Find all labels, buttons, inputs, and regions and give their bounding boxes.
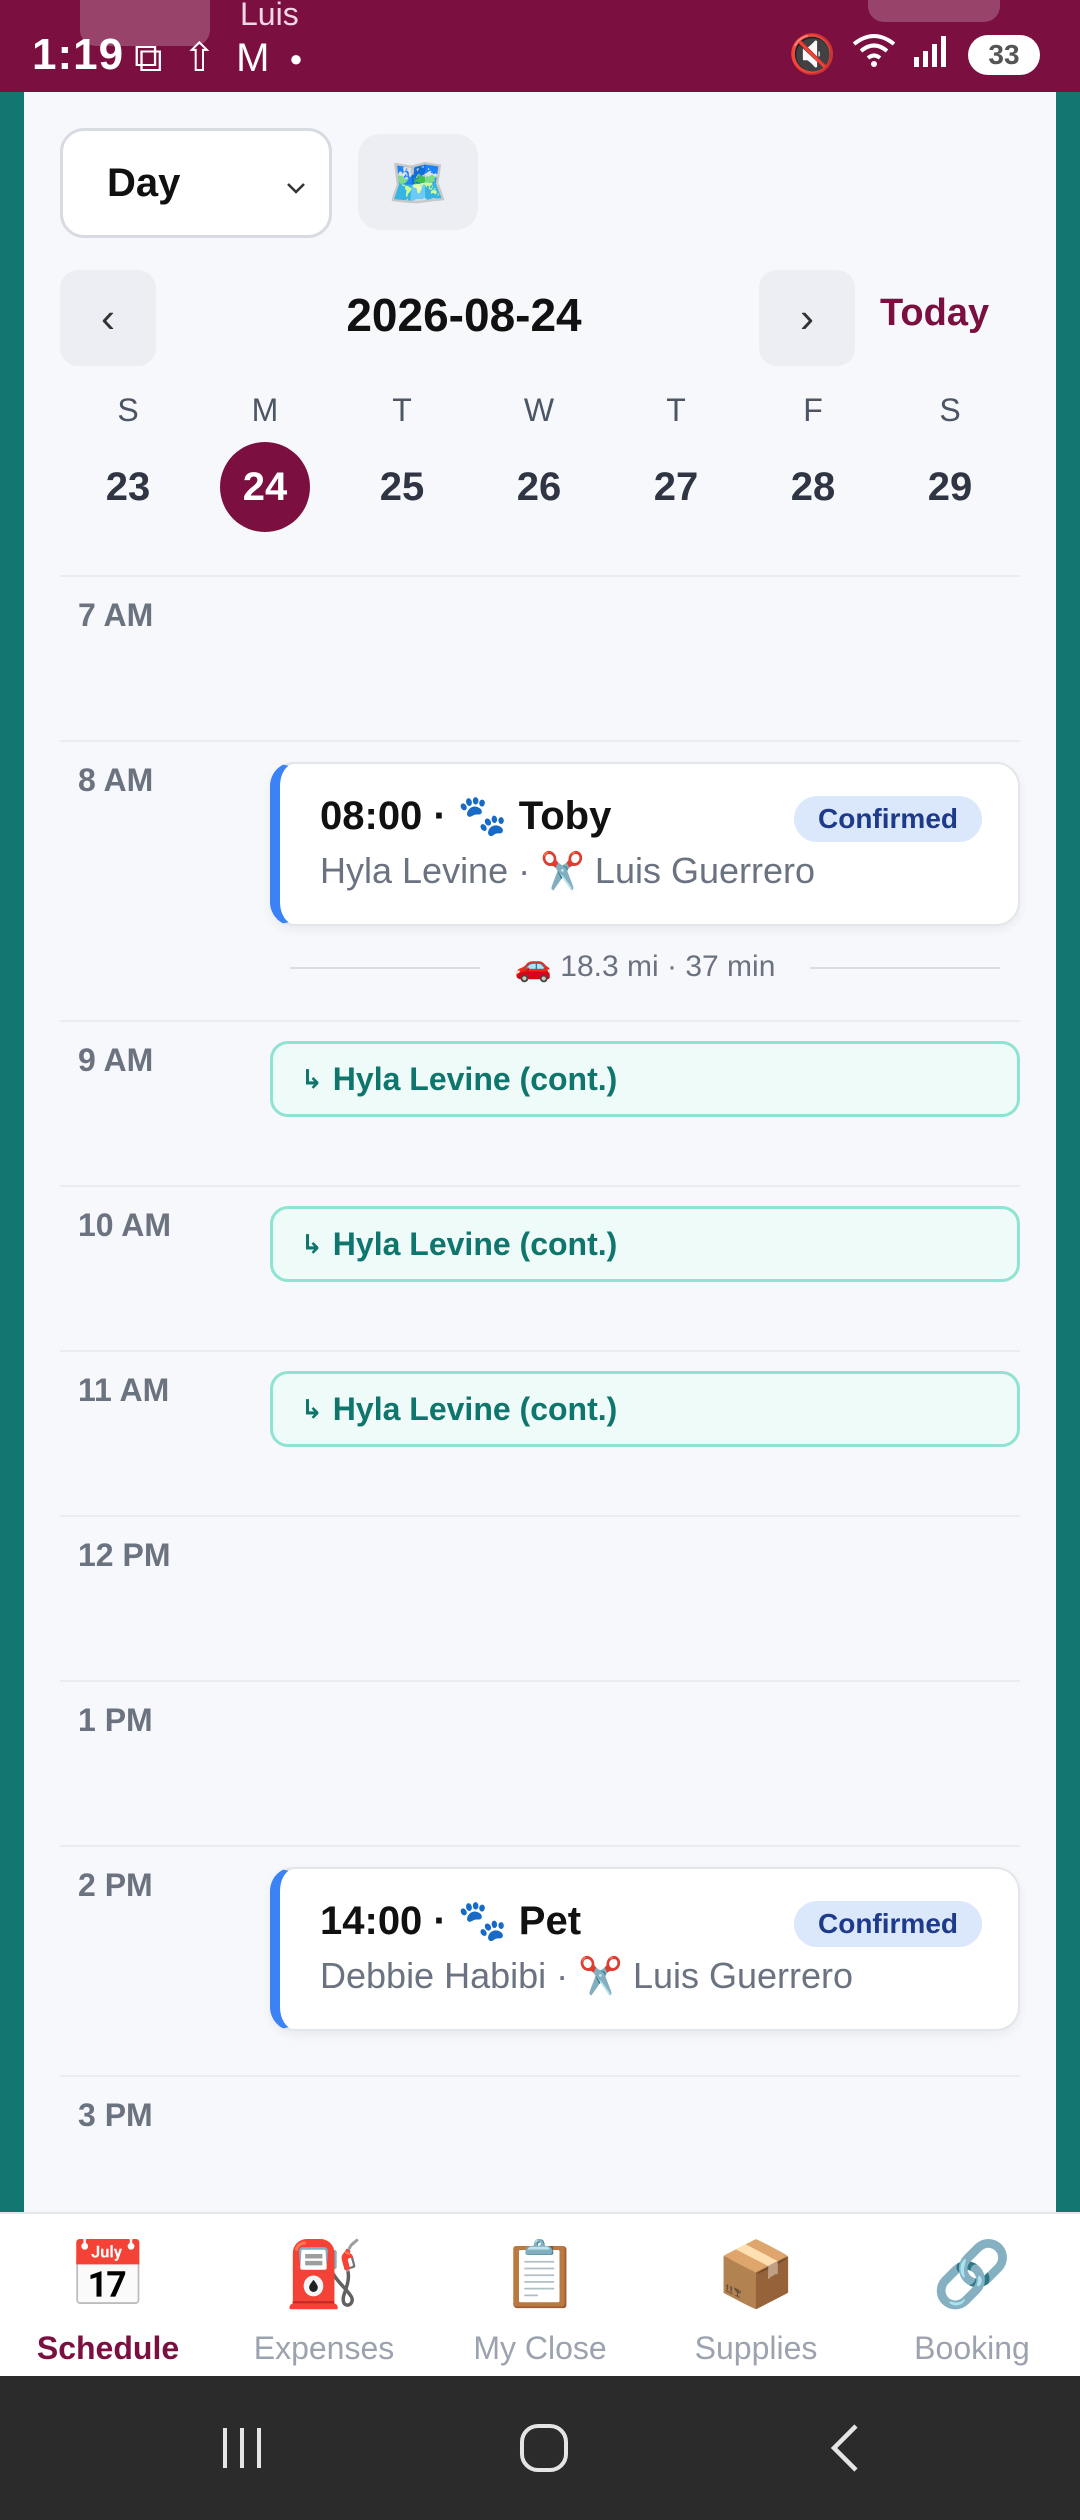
back-button[interactable] bbox=[786, 2412, 906, 2484]
hour-label: 11 AM bbox=[78, 1372, 170, 1408]
appointment-card[interactable]: 14:00 · 🐾 Pet Debbie Habibi · ✂️ Luis Gu… bbox=[270, 1867, 1020, 2031]
appointment-subtitle: Debbie Habibi · ✂️ Luis Guerrero bbox=[320, 1955, 854, 1996]
continuation-label: Hyla Levine (cont.) bbox=[332, 1390, 618, 1427]
weekday-number-selected: 24 bbox=[220, 442, 310, 532]
screenshot-icon: ⧉ bbox=[134, 36, 163, 80]
continuation-arrow-icon: ↳ bbox=[301, 1228, 323, 1259]
view-mode-value: Day bbox=[107, 160, 181, 205]
status-time: 1:19 bbox=[32, 30, 125, 79]
weekday-letter: S bbox=[117, 392, 139, 428]
tab-label: My Close bbox=[473, 2330, 607, 2366]
weekday-number: 29 bbox=[927, 464, 973, 509]
view-mode-select[interactable]: Day bbox=[60, 128, 332, 238]
system-navigation-bar bbox=[0, 2376, 1080, 2520]
hour-label: 7 AM bbox=[78, 597, 154, 633]
schedule-screen: Day 🗺️ ‹ 2026-08-24 › Today S 23 M 24 T … bbox=[24, 92, 1056, 2212]
link-icon: 🔗 bbox=[932, 2238, 1012, 2310]
continuation-block[interactable]: ↳ Hyla Levine (cont.) bbox=[270, 1371, 1020, 1447]
weekday-number: 26 bbox=[516, 464, 562, 509]
chevron-down-icon bbox=[287, 183, 305, 194]
notification-peek-action bbox=[868, 0, 1000, 22]
hour-label: 2 PM bbox=[78, 1867, 153, 1903]
hour-label: 1 PM bbox=[78, 1702, 153, 1738]
map-icon: 🗺️ bbox=[388, 156, 448, 210]
status-badge: Confirmed bbox=[794, 796, 982, 842]
tab-my-close[interactable]: 📋 My Close bbox=[432, 2214, 648, 2378]
next-day-button[interactable]: › bbox=[759, 270, 855, 366]
hour-divider bbox=[60, 1020, 1020, 1022]
hour-divider bbox=[60, 1515, 1020, 1517]
continuation-label: Hyla Levine (cont.) bbox=[332, 1060, 618, 1097]
weekday-letter: F bbox=[803, 392, 823, 428]
current-date-title: 2026-08-24 bbox=[346, 289, 582, 341]
hour-label: 12 PM bbox=[78, 1537, 171, 1573]
appointment-title: 14:00 · 🐾 Pet bbox=[320, 1899, 582, 1943]
weekday-letter: T bbox=[666, 392, 686, 428]
clipboard-icon: 📋 bbox=[500, 2238, 580, 2310]
package-icon: 📦 bbox=[716, 2238, 796, 2310]
appointment-subtitle: Hyla Levine · ✂️ Luis Guerrero bbox=[320, 850, 816, 891]
upload-icon: ⇧ bbox=[182, 36, 217, 80]
hour-divider bbox=[60, 1185, 1020, 1187]
signal-icon bbox=[912, 33, 952, 77]
continuation-block[interactable]: ↳ Hyla Levine (cont.) bbox=[270, 1041, 1020, 1117]
continuation-arrow-icon: ↳ bbox=[301, 1393, 323, 1424]
tab-label: Schedule bbox=[36, 2330, 180, 2366]
weekday-number: 28 bbox=[790, 464, 836, 509]
recent-apps-icon bbox=[223, 2428, 261, 2468]
weekday-letter: T bbox=[392, 392, 412, 428]
hour-label: 10 AM bbox=[78, 1207, 172, 1243]
tab-label: Supplies bbox=[694, 2330, 818, 2366]
appointment-card[interactable]: 08:00 · 🐾 Toby Hyla Levine · ✂️ Luis Gue… bbox=[270, 762, 1020, 926]
tab-label: Booking bbox=[914, 2330, 1030, 2366]
home-button[interactable] bbox=[484, 2412, 604, 2484]
hour-label: 8 AM bbox=[78, 762, 154, 798]
wifi-icon bbox=[852, 32, 896, 78]
recent-apps-button[interactable] bbox=[182, 2412, 302, 2484]
mute-icon: 🔇 bbox=[788, 34, 836, 76]
hour-divider bbox=[60, 575, 1020, 577]
home-icon bbox=[520, 2424, 568, 2472]
tab-booking[interactable]: 🔗 Booking bbox=[864, 2214, 1080, 2378]
battery-indicator: 33 bbox=[968, 35, 1040, 75]
calendar-icon: 📅 bbox=[68, 2238, 148, 2310]
today-button[interactable]: Today bbox=[880, 292, 989, 335]
hour-label: 9 AM bbox=[78, 1042, 154, 1078]
weekday-number: 27 bbox=[653, 464, 699, 509]
tab-label: Expenses bbox=[253, 2330, 395, 2366]
fuel-pump-icon: ⛽ bbox=[284, 2238, 364, 2310]
weekday-number: 25 bbox=[379, 464, 425, 509]
notification-peek-name: Luis bbox=[240, 0, 299, 32]
hour-label: 3 PM bbox=[78, 2097, 153, 2133]
bottom-tab-bar: 📅 Schedule ⛽ Expenses 📋 My Close 📦 Suppl… bbox=[0, 2212, 1080, 2376]
weekday-number: 23 bbox=[105, 464, 151, 509]
continuation-label: Hyla Levine (cont.) bbox=[332, 1225, 618, 1262]
status-bar: Luis 1:19 ⧉ ⇧ M ● 🔇 33 bbox=[0, 0, 1080, 92]
weekday-letter: M bbox=[251, 392, 279, 428]
travel-info: 🚗 18.3 mi · 37 min bbox=[290, 947, 1000, 987]
weekday-letter: W bbox=[523, 392, 555, 428]
week-strip: S 23 M 24 T 25 W 26 T 27 F 28 S 29 bbox=[60, 392, 1020, 552]
hour-divider bbox=[60, 2075, 1020, 2077]
hour-divider bbox=[60, 1845, 1020, 1847]
hour-divider bbox=[60, 740, 1020, 742]
weekday-letter: S bbox=[939, 392, 961, 428]
gmail-icon: M bbox=[236, 36, 270, 80]
tab-expenses[interactable]: ⛽ Expenses bbox=[216, 2214, 432, 2378]
continuation-block[interactable]: ↳ Hyla Levine (cont.) bbox=[270, 1206, 1020, 1282]
travel-divider bbox=[810, 967, 1000, 969]
tab-schedule[interactable]: 📅 Schedule bbox=[0, 2214, 216, 2378]
hour-divider bbox=[60, 1680, 1020, 1682]
back-icon bbox=[830, 2424, 858, 2472]
map-button[interactable]: 🗺️ bbox=[358, 134, 478, 230]
previous-day-button[interactable]: ‹ bbox=[60, 270, 156, 366]
continuation-arrow-icon: ↳ bbox=[301, 1063, 323, 1094]
hour-divider bbox=[60, 1350, 1020, 1352]
status-badge: Confirmed bbox=[794, 1901, 982, 1947]
tab-supplies[interactable]: 📦 Supplies bbox=[648, 2214, 864, 2378]
dot-icon: ● bbox=[289, 46, 303, 71]
appointment-title: 08:00 · 🐾 Toby bbox=[320, 794, 612, 838]
